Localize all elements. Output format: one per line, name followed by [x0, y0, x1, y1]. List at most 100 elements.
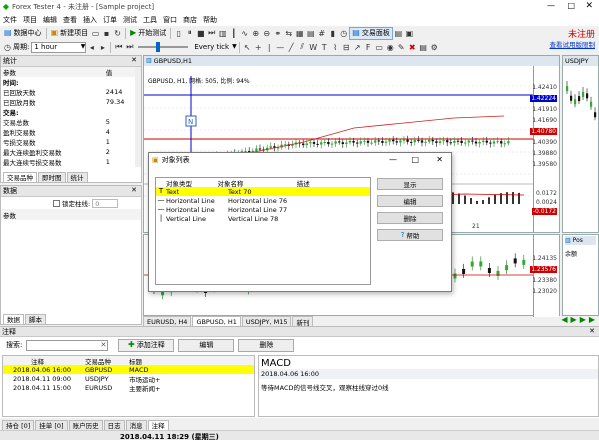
shape-tool-icon[interactable]: ▭ — [374, 42, 385, 53]
menu-item-10[interactable]: 帮助 — [203, 15, 217, 25]
bottom-tab-2[interactable]: 账户历史 — [68, 419, 103, 430]
period-icon[interactable]: ◷ — [338, 28, 349, 39]
stats-tab-0[interactable]: 交易品种 — [3, 171, 37, 182]
tick-mode-dropdown-icon[interactable]: ▼ — [232, 44, 237, 50]
skip-back-icon[interactable]: ⏮ — [113, 42, 124, 53]
dialog-minimize-icon[interactable]: — — [389, 156, 397, 164]
horizontal-line-icon[interactable]: — — [275, 42, 286, 53]
f-tool-icon[interactable]: F — [363, 42, 374, 53]
menu-item-6[interactable]: 测试 — [123, 15, 137, 25]
add-note-button[interactable]: ✚ 添加注释 — [118, 338, 175, 352]
data-tab-1[interactable]: 脚本 — [25, 313, 46, 324]
eye-icon[interactable]: ◉ — [385, 42, 396, 53]
objects-list-icon[interactable]: ▤ — [418, 42, 429, 53]
speed-left-icon[interactable]: ◂ — [86, 42, 97, 53]
step-icon[interactable]: ⏭ — [206, 28, 217, 39]
refresh-icon[interactable]: ↻ — [112, 28, 123, 39]
fib-tool-icon[interactable]: ⊟ — [341, 42, 352, 53]
bottom-tab-5[interactable]: 注释 — [147, 419, 169, 430]
grid-icon[interactable]: # — [316, 28, 327, 39]
close-icon[interactable]: ✕ — [585, 2, 593, 11]
clear-search-icon[interactable]: ✕ — [100, 341, 106, 349]
bottom-tab-1[interactable]: 挂单 [0] — [35, 419, 68, 430]
settings-icon[interactable]: ⚙ — [429, 42, 440, 53]
dialog-button-0[interactable]: 显示 — [377, 178, 443, 190]
stats-tab-2[interactable]: 统计 — [66, 171, 88, 182]
start-test-button[interactable]: ▶ 开始测试 — [128, 27, 168, 40]
text-object-marker[interactable]: N — [185, 115, 197, 127]
notes-close-icon[interactable]: ✕ — [589, 328, 595, 335]
object-row[interactable]: — Horizontal Line Horizontal Line 77 — [156, 205, 370, 214]
maximize-icon[interactable]: □ — [567, 2, 575, 10]
skip-fwd-icon[interactable]: ⏭ — [124, 42, 135, 53]
trade-panel-button[interactable]: ▤ 交易面板 — [349, 26, 393, 40]
w-tool-icon[interactable]: W — [308, 42, 319, 53]
nav-next-icon[interactable]: ▶ — [571, 316, 577, 324]
edit-note-button[interactable]: 编辑 — [178, 338, 235, 352]
menu-item-7[interactable]: 工具 — [143, 15, 157, 25]
delete-objects-icon[interactable]: ✖ — [407, 42, 418, 53]
save-icon[interactable]: ▪ — [101, 28, 112, 39]
binoculars-icon[interactable]: ⚭ — [272, 28, 283, 39]
chart-line-icon[interactable]: ∿ — [239, 28, 250, 39]
menu-item-9[interactable]: 商店 — [183, 15, 197, 25]
cursor-tool-icon[interactable]: ↖ — [242, 42, 253, 53]
stats-scrollbar[interactable] — [135, 67, 141, 167]
dialog-close-icon[interactable]: ✕ — [436, 156, 443, 164]
crosshair-icon[interactable]: + — [253, 42, 264, 53]
notes-search-input[interactable]: ✕ — [26, 339, 109, 351]
menu-item-3[interactable]: 查看 — [63, 15, 77, 25]
object-row[interactable]: T Text Text 70 — [156, 187, 370, 196]
chart-candle-icon[interactable]: ┃ — [228, 28, 239, 39]
tile-icon[interactable]: ▦ — [294, 28, 305, 39]
vertical-line-icon[interactable]: | — [264, 42, 275, 53]
bottom-tab-4[interactable]: 消息 — [125, 419, 147, 430]
pen-icon[interactable]: ✎ — [396, 42, 407, 53]
arrow-tool-icon[interactable]: ↗ — [352, 42, 363, 53]
chart-bars-icon[interactable]: ▥ — [217, 28, 228, 39]
period-select[interactable]: 1 hour ▼ — [31, 41, 87, 53]
object-row[interactable]: — Horizontal Line Horizontal Line 76 — [156, 196, 370, 205]
volume-icon[interactable]: ▮ — [327, 28, 338, 39]
pause-icon[interactable]: ⏸ — [184, 28, 195, 39]
slider-thumb[interactable] — [156, 42, 161, 52]
stop-icon[interactable]: ■ — [195, 28, 206, 39]
data-tab-0[interactable]: 数据 — [3, 313, 24, 324]
usdjpy-canvas[interactable] — [563, 66, 599, 232]
bottom-tab-0[interactable]: 持仓 [0] — [2, 419, 35, 430]
trend-line-icon[interactable]: ╱ — [286, 42, 297, 53]
menu-item-0[interactable]: 文件 — [3, 15, 17, 25]
chart-usdjpy[interactable]: USDJPY — [562, 55, 599, 233]
lock-cursor-checkbox[interactable] — [53, 199, 60, 207]
chart-tab-2[interactable]: USDJPY, M15 — [241, 316, 292, 326]
window-icon[interactable]: ▣ — [404, 28, 415, 39]
chart-tab-3[interactable]: 新刊 — [292, 316, 314, 327]
menu-item-2[interactable]: 编辑 — [43, 15, 57, 25]
menu-item-5[interactable]: 订单 — [103, 15, 117, 25]
zoom-out-icon[interactable]: ⊖ — [261, 28, 272, 39]
data-close-icon[interactable]: ✕ — [131, 187, 137, 194]
wave-tool-icon[interactable]: ⌇ — [330, 42, 341, 53]
nav-prev-icon[interactable]: ◀ — [561, 316, 567, 324]
speed-right-icon[interactable]: ▸ — [97, 42, 108, 53]
bottom-tab-3[interactable]: 日志 — [103, 419, 125, 430]
scroll-icon[interactable]: ⇆ — [283, 28, 294, 39]
dialog-button-1[interactable]: 编辑 — [377, 195, 443, 207]
template-icon[interactable]: ▤ — [305, 28, 316, 39]
menu-item-4[interactable]: 插入 — [83, 15, 97, 25]
zoom-in-icon[interactable]: ⊕ — [250, 28, 261, 39]
note-row[interactable]: 2018.04.11 15:00 EURUSD 主要新闻+ — [3, 383, 254, 393]
open-icon[interactable]: ▭ — [90, 28, 101, 39]
dialog-button-3[interactable]: ? 帮助 — [377, 229, 443, 241]
text-tool-icon[interactable]: T — [319, 42, 330, 53]
nav-last-icon[interactable]: ▶ — [589, 316, 595, 324]
chart-tab-0[interactable]: EURUSD, H4 — [143, 316, 192, 326]
panel-close-icon[interactable]: ✕ — [131, 57, 137, 64]
layout-icon[interactable]: ▤ — [393, 28, 404, 39]
new-project-button[interactable]: ▣ 新建项目 — [49, 27, 91, 40]
cursor-value-field[interactable]: 0 — [92, 198, 119, 208]
data-center-button[interactable]: ▤ 数据中心 — [2, 27, 44, 40]
menu-item-8[interactable]: 窗口 — [163, 15, 177, 25]
chart-tab-1[interactable]: GBPUSD, H1 — [192, 316, 241, 326]
page-icon[interactable]: ▯ — [173, 28, 184, 39]
